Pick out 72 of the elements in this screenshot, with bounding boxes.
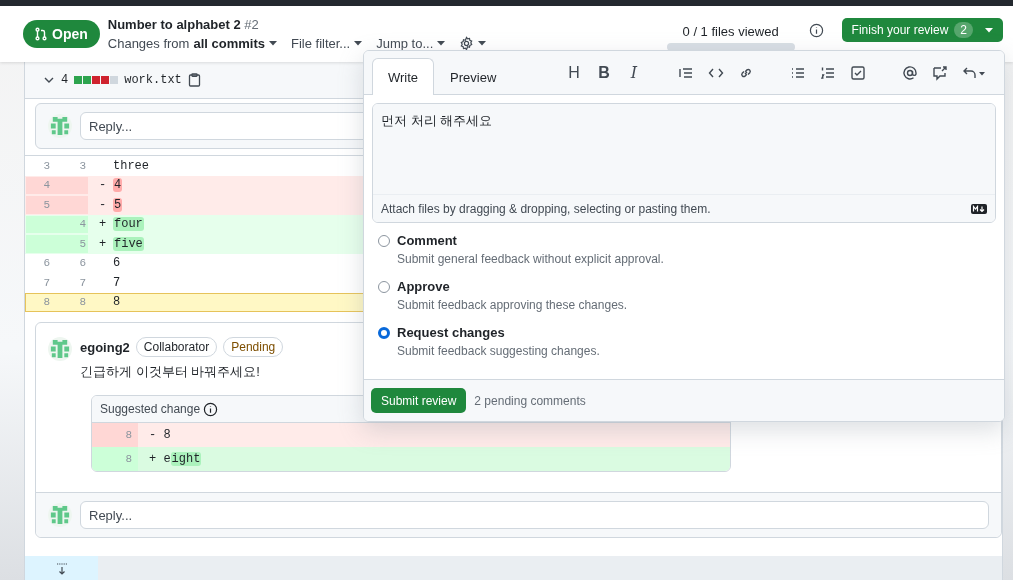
pr-title: Number to alphabet 2 #2 [107, 17, 260, 32]
expand-icon [54, 562, 69, 576]
avatar-icon [48, 337, 72, 361]
caret-icon [437, 41, 446, 46]
file-filter-dropdown[interactable]: File filter... [290, 36, 363, 51]
finish-review-button[interactable]: Finish your review 2 [841, 18, 1003, 42]
status-badge: Open [23, 20, 100, 48]
caret-icon [985, 27, 993, 33]
info-icon[interactable] [203, 401, 219, 417]
code-line: three [112, 158, 149, 173]
reply-field[interactable]: Reply... [80, 501, 989, 529]
line-number: 6 [43, 257, 50, 270]
settings-icon [459, 36, 475, 51]
line-number: 8 [79, 296, 86, 309]
comment-field[interactable]: 먼저 처리 해주세요 Attach files by dragging & dropping, selecting or pasting them. [372, 103, 996, 223]
code-line: 7 [112, 275, 121, 290]
option-label[interactable]: Comment [397, 233, 664, 248]
code-line: + five [98, 236, 144, 251]
mention-icon[interactable] [902, 64, 918, 81]
code-line: + four [98, 217, 144, 232]
line-number: 3 [43, 159, 50, 172]
commits-dropdown[interactable]: Changes from all commits [107, 36, 277, 51]
radio-button[interactable] [378, 327, 390, 339]
change-count: 4 [61, 73, 69, 87]
task-list-icon[interactable] [850, 64, 866, 81]
line-number: 3 [79, 159, 86, 172]
pending-count: 2 pending comments [474, 393, 586, 408]
option-label[interactable]: Request changes [397, 325, 600, 340]
line-number: 5 [43, 198, 50, 211]
line-number: 4 [79, 218, 86, 231]
caret-icon [268, 41, 277, 46]
line-number: 4 [43, 179, 50, 192]
file-name[interactable]: work.txt [124, 73, 182, 87]
line-number: 6 [79, 257, 86, 270]
format-button[interactable]: H [566, 63, 582, 82]
caret-icon [478, 41, 487, 46]
code-line: + eight [148, 452, 202, 466]
info-icon[interactable] [808, 22, 824, 38]
cross-reference-icon[interactable] [932, 64, 948, 81]
line-number: 8 [125, 453, 132, 465]
option-description: Submit feedback approving these changes. [397, 298, 628, 312]
option-description: Submit general feedback without explicit approval. [397, 252, 664, 266]
files-viewed-count: 0 / 1 files viewed [682, 23, 779, 39]
avatar-icon [48, 114, 72, 138]
caret-icon [354, 41, 363, 46]
pull-request-icon [34, 27, 48, 41]
option-description: Submit feedback suggesting changes. [397, 344, 600, 358]
jump-to-dropdown[interactable]: Jump to... [376, 36, 446, 51]
markdown-icon [971, 203, 987, 214]
submit-review-button[interactable]: Submit review [371, 388, 467, 413]
code-line: - 8 [148, 428, 171, 442]
format-button[interactable]: B [596, 63, 612, 82]
line-number: 8 [125, 429, 132, 441]
code-line: - 4 [98, 178, 123, 193]
line-number: 7 [43, 276, 50, 289]
editor-tab[interactable]: Write [372, 58, 435, 95]
option-label[interactable]: Approve [397, 279, 628, 294]
settings-dropdown[interactable] [459, 36, 487, 51]
clipboard-icon[interactable] [187, 73, 201, 87]
line-number: 7 [79, 276, 86, 289]
avatar-icon [48, 503, 72, 527]
code-line: 8 [112, 295, 121, 310]
comment-text: 긴급하게 이것부터 바꿔주세요! [80, 363, 261, 381]
code-line: - 5 [98, 197, 123, 212]
code-line: 6 [112, 256, 121, 271]
line-number: 5 [79, 237, 86, 250]
attach-hint: Attach files by dragging & dropping, selecting or pasting them. [381, 201, 711, 216]
format-button[interactable]: I [626, 63, 642, 82]
suggestion-title: Suggested change [100, 402, 201, 416]
author-name[interactable]: egoing2 [80, 339, 130, 355]
line-number: 8 [43, 296, 50, 309]
editor-tab[interactable]: Preview [434, 58, 513, 95]
